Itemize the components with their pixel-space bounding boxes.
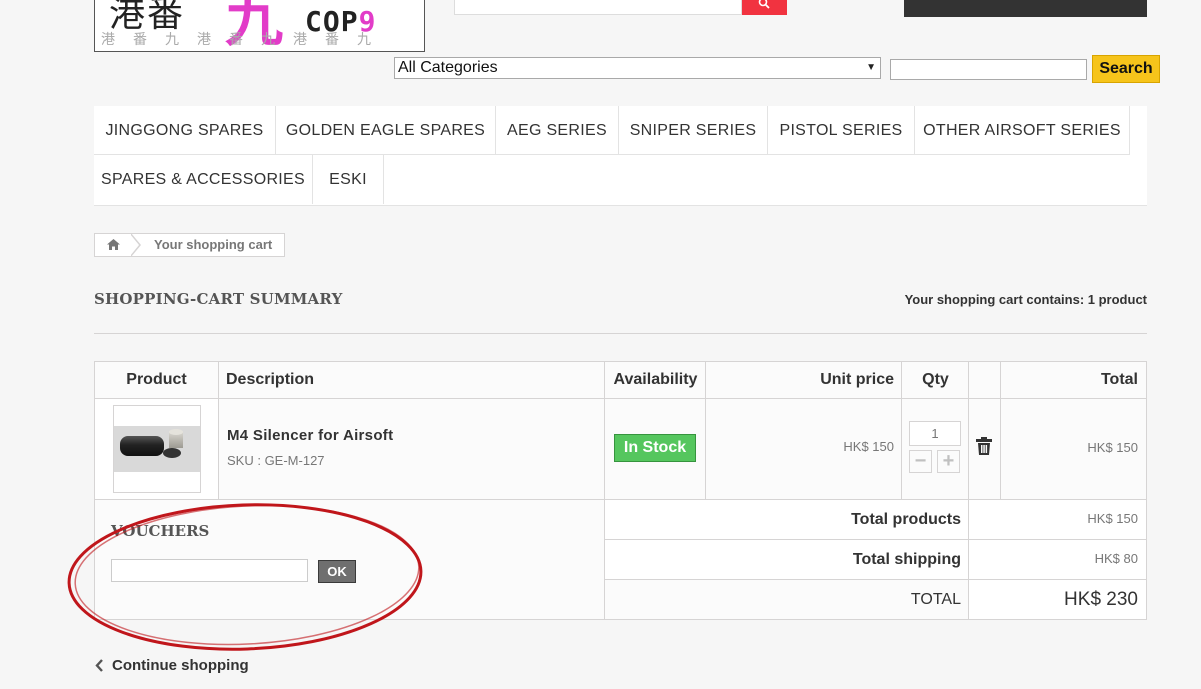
trash-icon[interactable] <box>976 437 992 455</box>
qty-increase-button[interactable]: + <box>937 450 960 473</box>
menu-item-golden-eagle-spares[interactable]: GOLDEN EAGLE SPARES <box>276 106 496 155</box>
th-qty: Qty <box>901 361 969 399</box>
menu-item-spares-accessories[interactable]: SPARES & ACCESSORIES <box>94 155 313 204</box>
unit-price: HK$ 150 <box>705 398 902 500</box>
product-name-link[interactable]: M4 Silencer for Airsoft <box>227 427 393 444</box>
total-products-label: Total products <box>604 499 969 540</box>
total-shipping-label: Total shipping <box>604 539 969 580</box>
qty-decrease-button[interactable]: − <box>909 450 932 473</box>
menu-item-eski[interactable]: ESKI <box>313 155 384 204</box>
menu-item-jinggong-spares[interactable]: JINGGONG SPARES <box>94 106 276 155</box>
product-thumbnail[interactable] <box>113 405 201 493</box>
stock-badge: In Stock <box>614 434 696 462</box>
menu-item-other-airsoft-series[interactable]: OTHER AIRSOFT SERIES <box>915 106 1130 155</box>
th-unit-price: Unit price <box>705 361 902 399</box>
th-product: Product <box>94 361 218 399</box>
product-sku: SKU : GE-M-127 <box>227 453 325 468</box>
line-total: HK$ 150 <box>1000 398 1147 500</box>
menu-item-sniper-series[interactable]: SNIPER SERIES <box>619 106 768 155</box>
search-input[interactable] <box>890 59 1087 80</box>
cart-count: Your shopping cart contains: 1 product <box>904 292 1147 307</box>
th-availability: Availability <box>604 361 706 399</box>
category-select[interactable]: All Categories ▼ <box>394 57 881 79</box>
main-menu: JINGGONG SPARES GOLDEN EAGLE SPARES AEG … <box>94 106 1147 206</box>
page-title: SHOPPING-CART SUMMARY <box>94 290 343 308</box>
total-shipping-value: HK$ 80 <box>968 539 1147 580</box>
breadcrumb-home[interactable] <box>95 234 133 256</box>
cart-row-availability: In Stock <box>604 398 706 500</box>
menu-item-pistol-series[interactable]: PISTOL SERIES <box>768 106 915 155</box>
cart-row-qty: 1 − + <box>901 398 969 500</box>
cart-row-description: M4 Silencer for Airsoft SKU : GE-M-127 <box>218 398 605 500</box>
annotation-ellipse <box>67 503 423 651</box>
logo-watermark: 港番九港番九港番九 <box>101 32 389 48</box>
total-label: TOTAL <box>604 579 969 620</box>
th-total: Total <box>1000 361 1147 399</box>
category-select-value: All Categories <box>398 59 498 76</box>
divider <box>94 333 1147 334</box>
total-value: HK$ 230 <box>968 579 1147 620</box>
quantity-input[interactable]: 1 <box>909 421 961 446</box>
site-logo[interactable]: 港番 九 COP9 港番九港番九港番九 <box>94 0 425 52</box>
breadcrumb: Your shopping cart <box>94 233 285 257</box>
top-search-input[interactable] <box>454 0 742 15</box>
cart-row-product <box>94 398 218 500</box>
select-arrow-icon: ▼ <box>866 62 876 73</box>
search-button[interactable]: Search <box>1092 55 1160 83</box>
home-icon <box>107 239 120 250</box>
total-products-value: HK$ 150 <box>968 499 1147 540</box>
breadcrumb-current: Your shopping cart <box>154 237 273 252</box>
breadcrumb-separator-inner <box>130 234 139 256</box>
menu-item-aeg-series[interactable]: AEG SERIES <box>496 106 619 155</box>
cart-block[interactable] <box>904 0 1147 17</box>
top-search-button[interactable] <box>742 0 787 15</box>
product-image <box>114 426 200 472</box>
th-description: Description <box>218 361 605 399</box>
cart-row-delete <box>968 398 1001 500</box>
th-delete <box>968 361 1001 399</box>
search-icon <box>758 0 770 9</box>
